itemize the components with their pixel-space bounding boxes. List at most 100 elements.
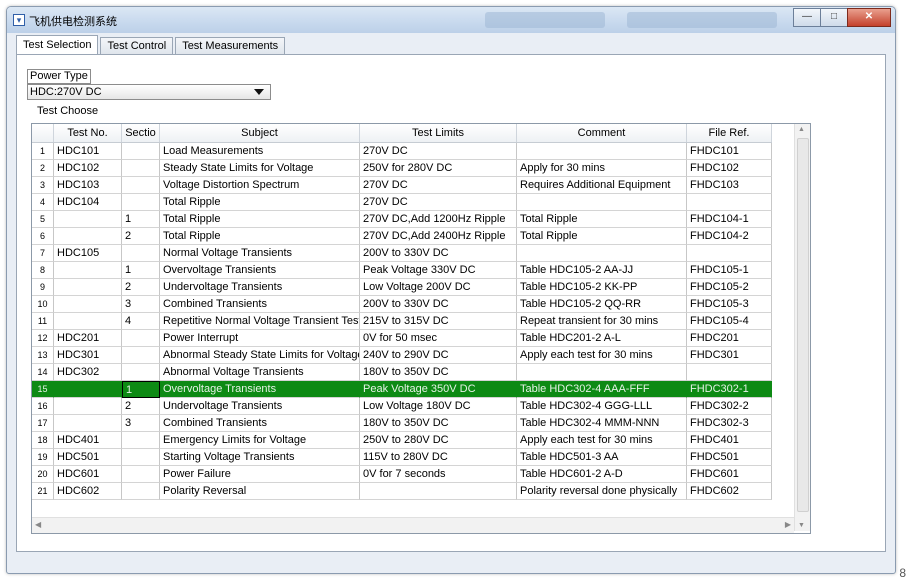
scroll-thumb[interactable] [797,138,809,512]
cell-test-limits[interactable]: 250V to 280V DC [360,432,517,449]
cell-test-limits[interactable]: 200V to 330V DC [360,296,517,313]
cell-comment[interactable]: Table HDC501-3 AA [517,449,687,466]
table-row[interactable]: 14 HDC302 Abnormal Voltage Transients 180V … [32,364,772,381]
cell-test-limits[interactable]: 215V to 315V DC [360,313,517,330]
cell-row-number[interactable]: 21 [32,483,54,500]
column-header-row-number[interactable] [32,124,54,142]
cell-test-no[interactable]: HDC501 [54,449,122,466]
scroll-right-icon[interactable]: ▶ [785,520,791,529]
cell-row-number[interactable]: 20 [32,466,54,483]
cell-comment[interactable]: Table HDC105-2 QQ-RR [517,296,687,313]
cell-test-limits[interactable]: 270V DC [360,194,517,211]
cell-subject[interactable]: Combined Transients [160,415,360,432]
table-row[interactable]: 15 1 Overvoltage Transients Peak Voltage 35… [32,381,772,398]
table-row[interactable]: 4 HDC104 Total Ripple 270V DC [32,194,772,211]
title-bar[interactable]: ▾ 飞机供电检测系统 — □ ✕ [7,7,895,33]
scroll-up-icon[interactable]: ▲ [798,126,805,133]
cell-comment[interactable] [517,245,687,262]
cell-subject[interactable]: Total Ripple [160,228,360,245]
table-row[interactable]: 2 HDC102 Steady State Limits for Voltage 25… [32,160,772,177]
cell-comment[interactable]: Apply each test for 30 mins [517,347,687,364]
cell-file-ref[interactable]: FHDC201 [687,330,772,347]
cell-section[interactable] [122,347,160,364]
cell-row-number[interactable]: 2 [32,160,54,177]
table-row[interactable]: 6 2 Total Ripple 270V DC,Add 2400Hz Ripple T… [32,228,772,245]
cell-file-ref[interactable]: FHDC103 [687,177,772,194]
cell-section[interactable] [122,177,160,194]
cell-row-number[interactable]: 8 [32,262,54,279]
cell-test-limits[interactable]: 115V to 280V DC [360,449,517,466]
column-header-subject[interactable]: Subject [160,124,360,142]
cell-row-number[interactable]: 10 [32,296,54,313]
cell-test-limits[interactable]: 0V for 7 seconds [360,466,517,483]
cell-comment[interactable]: Table HDC302-4 AAA-FFF [517,381,687,398]
cell-test-limits[interactable]: Peak Voltage 350V DC [360,381,517,398]
table-row[interactable]: 5 1 Total Ripple 270V DC,Add 1200Hz Ripple T… [32,211,772,228]
table-row[interactable]: 11 4 Repetitive Normal Voltage Transient T… [32,313,772,330]
cell-test-limits[interactable]: 270V DC,Add 2400Hz Ripple [360,228,517,245]
cell-subject[interactable]: Overvoltage Transients [160,381,360,398]
cell-file-ref[interactable]: FHDC501 [687,449,772,466]
column-header-test-limits[interactable]: Test Limits [360,124,517,142]
cell-subject[interactable]: Normal Voltage Transients [160,245,360,262]
cell-comment[interactable]: Total Ripple [517,211,687,228]
cell-file-ref[interactable]: FHDC102 [687,160,772,177]
cell-test-no[interactable] [54,415,122,432]
cell-file-ref[interactable]: FHDC301 [687,347,772,364]
close-button[interactable]: ✕ [847,8,891,27]
cell-row-number[interactable]: 14 [32,364,54,381]
cell-file-ref[interactable]: FHDC401 [687,432,772,449]
cell-test-limits[interactable]: 0V for 50 msec [360,330,517,347]
cell-subject[interactable]: Total Ripple [160,194,360,211]
cell-subject[interactable]: Steady State Limits for Voltage [160,160,360,177]
scroll-down-icon[interactable]: ▼ [798,522,805,529]
cell-subject[interactable]: Power Failure [160,466,360,483]
tab-test-selection[interactable]: Test Selection [16,35,99,54]
cell-section[interactable] [122,143,160,160]
cell-file-ref[interactable]: FHDC302-1 [687,381,772,398]
cell-section[interactable] [122,483,160,500]
table-row[interactable]: 7 HDC105 Normal Voltage Transients 200V to … [32,245,772,262]
cell-test-limits[interactable]: 200V to 330V DC [360,245,517,262]
cell-subject[interactable]: Total Ripple [160,211,360,228]
cell-test-no[interactable] [54,228,122,245]
cell-comment[interactable]: Repeat transient for 30 mins [517,313,687,330]
cell-row-number[interactable]: 1 [32,143,54,160]
scroll-left-icon[interactable]: ◀ [35,520,41,529]
cell-test-no[interactable]: HDC101 [54,143,122,160]
cell-subject[interactable]: Undervoltage Transients [160,279,360,296]
cell-test-no[interactable]: HDC104 [54,194,122,211]
column-header-comment[interactable]: Comment [517,124,687,142]
cell-test-no[interactable]: HDC601 [54,466,122,483]
cell-test-limits[interactable]: Low Voltage 200V DC [360,279,517,296]
chevron-down-icon[interactable] [254,89,264,95]
cell-subject[interactable]: Repetitive Normal Voltage Transient Test [160,313,360,330]
cell-test-limits[interactable]: 270V DC,Add 1200Hz Ripple [360,211,517,228]
cell-subject[interactable]: Starting Voltage Transients [160,449,360,466]
cell-comment[interactable]: Table HDC302-4 MMM-NNN [517,415,687,432]
cell-test-no[interactable]: HDC102 [54,160,122,177]
cell-section[interactable]: 3 [122,296,160,313]
cell-file-ref[interactable]: FHDC104-1 [687,211,772,228]
cell-section[interactable]: 1 [122,381,160,398]
cell-comment[interactable]: Apply each test for 30 mins [517,432,687,449]
cell-comment[interactable]: Apply for 30 mins [517,160,687,177]
cell-comment[interactable]: Table HDC302-4 GGG-LLL [517,398,687,415]
cell-row-number[interactable]: 17 [32,415,54,432]
table-row[interactable]: 3 HDC103 Voltage Distortion Spectrum 270V D… [32,177,772,194]
cell-subject[interactable]: Power Interrupt [160,330,360,347]
cell-section[interactable] [122,194,160,211]
cell-comment[interactable]: Requires Additional Equipment [517,177,687,194]
table-row[interactable]: 21 HDC602 Polarity Reversal Polarity revers… [32,483,772,500]
table-row[interactable]: 10 3 Combined Transients 200V to 330V DC Tab… [32,296,772,313]
cell-section[interactable]: 1 [122,211,160,228]
cell-subject[interactable]: Abnormal Voltage Transients [160,364,360,381]
window-app-icon[interactable]: ▾ [13,14,25,26]
cell-row-number[interactable]: 15 [32,381,54,398]
table-row[interactable]: 1 HDC101 Load Measurements 270V DC FHDC101 [32,143,772,160]
cell-test-limits[interactable] [360,483,517,500]
maximize-button[interactable]: □ [820,8,848,27]
cell-comment[interactable]: Table HDC105-2 AA-JJ [517,262,687,279]
cell-file-ref[interactable]: FHDC105-1 [687,262,772,279]
cell-test-limits[interactable]: Peak Voltage 330V DC [360,262,517,279]
